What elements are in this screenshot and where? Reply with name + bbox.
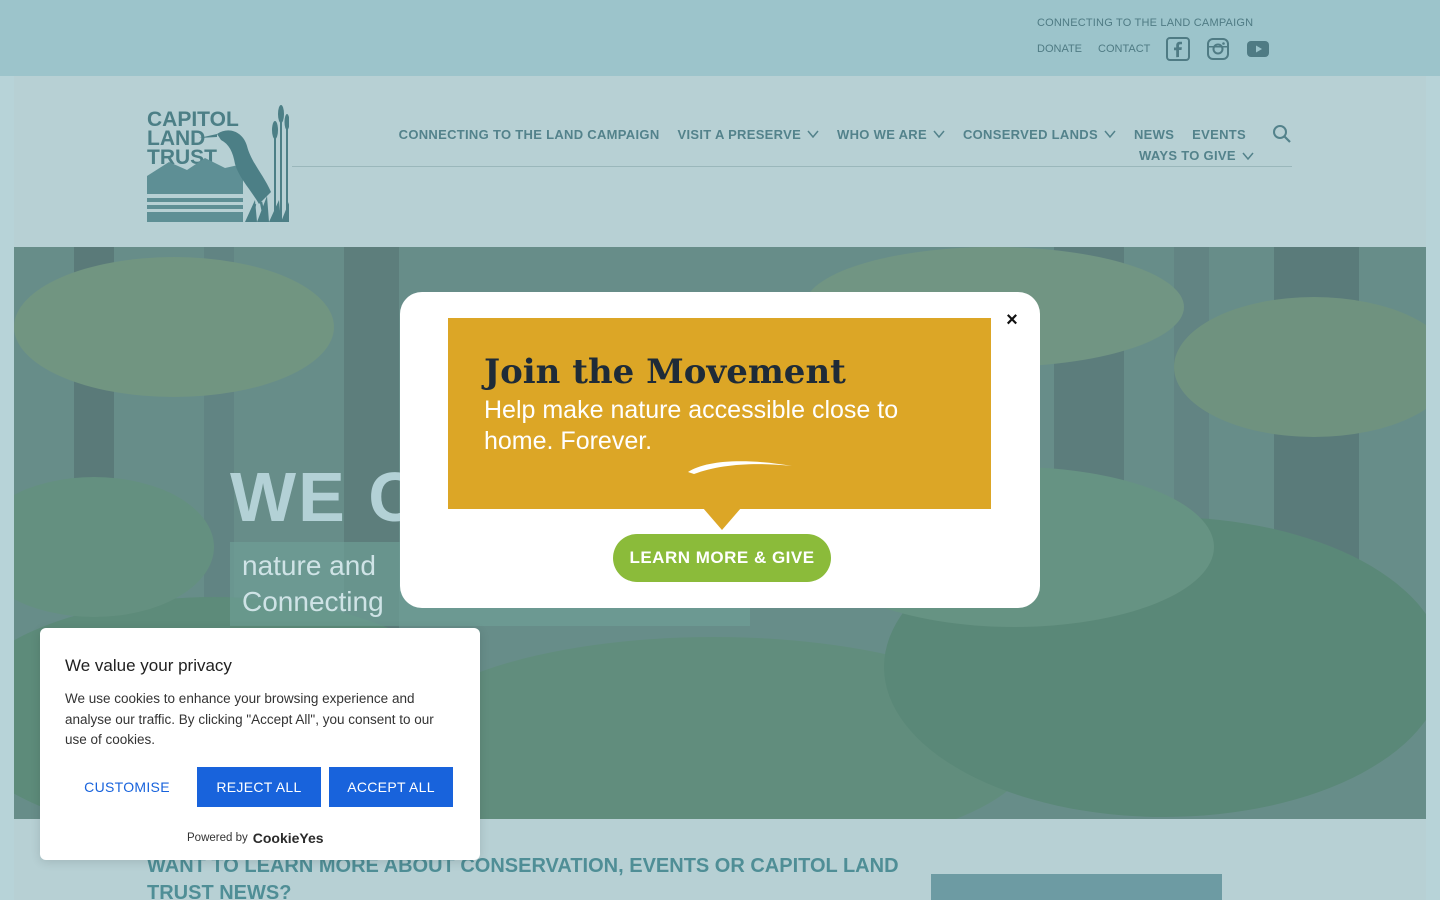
chevron-down-icon: [807, 130, 819, 138]
cookieyes-logo[interactable]: CookieYes: [253, 830, 324, 846]
nav-who-we-are[interactable]: WHO WE ARE: [837, 127, 945, 142]
top-utility-bar: CONNECTING TO THE LAND CAMPAIGN DONATE C…: [0, 0, 1440, 76]
powered-by-label: Powered by: [187, 832, 248, 844]
nav-row-1: CONNECTING TO THE LAND CAMPAIGN VISIT A …: [399, 124, 1292, 144]
reject-all-button[interactable]: REJECT ALL: [197, 767, 321, 807]
nav-campaign[interactable]: CONNECTING TO THE LAND CAMPAIGN: [399, 127, 660, 142]
accept-all-button[interactable]: ACCEPT ALL: [329, 767, 453, 807]
nav-visit-a-preserve[interactable]: VISIT A PRESERVE: [678, 127, 820, 142]
instagram-icon[interactable]: [1206, 37, 1230, 61]
customise-button[interactable]: CUSTOMISE: [65, 767, 189, 807]
nav-campaign-label: CONNECTING TO THE LAND CAMPAIGN: [398, 126, 660, 142]
search-icon[interactable]: [1272, 124, 1292, 144]
social-links: [1166, 37, 1270, 61]
promo-subtitle: Help make nature accessible close to hom…: [484, 396, 899, 455]
learn-more-give-button[interactable]: LEARN MORE & GIVE: [613, 534, 831, 582]
contact-link[interactable]: CONTACT: [1098, 43, 1150, 55]
campaign-link-top[interactable]: CONNECTING TO THE LAND CAMPAIGN: [1037, 17, 1253, 29]
nav-divider: [292, 166, 1292, 167]
nav-news-label: NEWS: [1133, 126, 1175, 142]
nav-news[interactable]: NEWS: [1134, 127, 1174, 142]
swoosh-decoration: [688, 461, 792, 474]
promo-banner[interactable]: Join the Movement Help make nature acces…: [448, 318, 991, 509]
close-icon[interactable]: ×: [1002, 310, 1022, 330]
promo-pointer: [703, 508, 741, 530]
utility-row: DONATE CONTACT: [1037, 37, 1270, 61]
promo-title: Join the Movement: [484, 352, 846, 392]
nav-ways-to-give[interactable]: WAYS TO GIVE: [1139, 148, 1391, 163]
chevron-down-icon: [1104, 130, 1116, 138]
nav-who-label: WHO WE ARE: [837, 126, 927, 142]
cookie-buttons: CUSTOMISE REJECT ALL ACCEPT ALL: [65, 767, 453, 807]
chevron-down-icon: [1242, 152, 1254, 160]
main-nav: CONNECTING TO THE LAND CAMPAIGN VISIT A …: [399, 124, 1292, 144]
cookie-title: We value your privacy: [65, 656, 232, 675]
nav-visit-label: VISIT A PRESERVE: [677, 126, 802, 142]
chevron-down-icon: [933, 130, 945, 138]
nav-events[interactable]: EVENTS: [1192, 127, 1246, 142]
nav-conserved-lands[interactable]: CONSERVED LANDS: [963, 127, 1116, 142]
powered-by: Powered by CookieYes: [187, 830, 324, 846]
site-header: CAPITOL LAND TRUST CONNECTING TO THE LAN…: [14, 76, 1426, 247]
nav-conserved-label: CONSERVED LANDS: [962, 126, 1098, 142]
cookie-text: We use cookies to enhance your browsing …: [65, 691, 434, 747]
facebook-icon[interactable]: [1166, 37, 1191, 61]
newsletter-heading: WANT TO LEARN MORE ABOUT CONSERVATION, E…: [147, 855, 899, 900]
campaign-modal: × Join the Movement Help make nature acc…: [400, 292, 1040, 608]
donate-link[interactable]: DONATE: [1037, 43, 1082, 55]
capitol-land-trust-logo[interactable]: CAPITOL LAND TRUST: [147, 104, 290, 223]
youtube-icon[interactable]: [1246, 37, 1270, 61]
cookie-consent-banner: We value your privacy We use cookies to …: [40, 628, 480, 860]
newsletter-box: [931, 874, 1222, 900]
hero-title: WE C: [230, 458, 421, 536]
nav-ways-label: WAYS TO GIVE: [1139, 148, 1236, 163]
nav-events-label: EVENTS: [1192, 126, 1246, 142]
